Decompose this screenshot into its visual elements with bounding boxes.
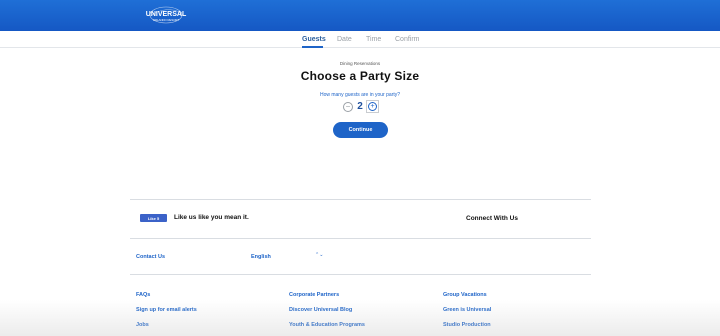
universal-logo[interactable]: UNIVERSAL ORLANDO RESORT [144,3,188,27]
select-arrows-icon: ⌃⌄ [315,252,324,258]
page-eyebrow: Dining Reservations [339,61,381,66]
step-guests[interactable]: Guests [302,36,326,43]
continue-button[interactable]: Continue [333,122,388,138]
decrease-guests-button[interactable]: − [343,102,353,112]
footer-link-blog[interactable]: Discover Universal Blog [289,307,352,313]
contact-us-link[interactable]: Contact Us [136,254,165,260]
footer-divider-top [130,199,591,200]
step-time[interactable]: Time [366,36,381,43]
site-header: UNIVERSAL ORLANDO RESORT [0,0,720,31]
footer-divider-middle [130,238,591,239]
footer-link-corporate-partners[interactable]: Corporate Partners [289,292,339,298]
facebook-like-button[interactable]: Like 5 [140,214,167,222]
plus-symbol: + [370,103,375,110]
active-step-indicator [302,46,323,48]
page-title: Choose a Party Size [300,69,420,83]
like-us-text: Like us like you mean it. [174,214,249,221]
party-size-value: 2 [357,101,363,112]
footer-link-jobs[interactable]: Jobs [136,322,149,328]
step-date[interactable]: Date [337,36,352,43]
footer-link-studio-production[interactable]: Studio Production [443,322,491,328]
minus-icon: − [345,102,351,111]
increase-guests-button[interactable]: + [366,100,379,113]
party-size-question: How many guests are in your party? [319,92,401,98]
logo-wordmark: UNIVERSAL [146,11,187,18]
plus-icon: + [368,102,377,111]
footer-divider-bottom [130,274,591,275]
bottom-fade-overlay [0,300,720,336]
logo-subtext: ORLANDO RESORT [153,18,180,22]
footer-link-faqs[interactable]: FAQs [136,292,150,298]
facebook-like-label: Like 5 [147,215,160,221]
reservation-steps: Guests Date Time Confirm [0,31,720,48]
language-value: English [251,254,271,260]
footer-link-email-alerts[interactable]: Sign up for email alerts [136,307,197,313]
language-select[interactable]: English ⌃⌄ [251,252,324,262]
footer-link-group-vacations[interactable]: Group Vacations [443,292,487,298]
step-confirm[interactable]: Confirm [395,36,420,43]
connect-with-us-heading: Connect With Us [466,215,518,222]
footer-link-green[interactable]: Green is Universal [443,307,491,313]
footer-link-youth-education[interactable]: Youth & Education Programs [289,322,365,328]
